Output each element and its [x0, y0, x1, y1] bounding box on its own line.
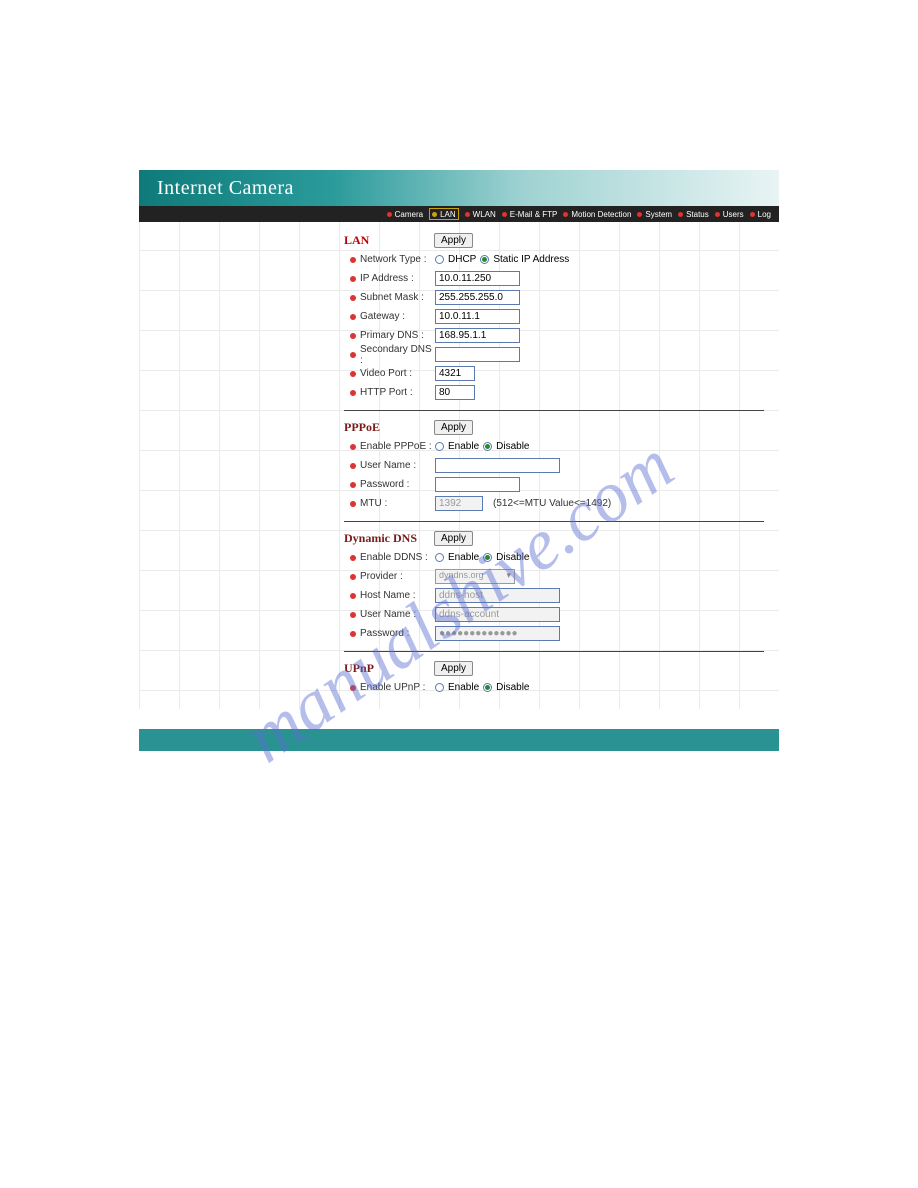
- bullet-icon: [350, 685, 356, 691]
- bullet-icon: [350, 295, 356, 301]
- bullet-icon: [387, 212, 392, 217]
- mtu-hint: (512<=MTU Value<=1492): [493, 498, 611, 509]
- gateway-label: Gateway :: [360, 311, 435, 322]
- header: Internet Camera: [139, 170, 779, 206]
- pppoe-user-label: User Name :: [360, 460, 435, 471]
- ddns-host-field: [435, 588, 560, 603]
- ddns-enable-label: Enable DDNS :: [360, 552, 435, 563]
- nav-motion-detection[interactable]: Motion Detection: [563, 210, 631, 219]
- ddns-user-field: [435, 607, 560, 622]
- subnet-mask-field[interactable]: [435, 290, 520, 305]
- upnp-enable-label: Enable UPnP :: [360, 682, 435, 693]
- bullet-icon: [350, 482, 356, 488]
- nav-email-ftp[interactable]: E-Mail & FTP: [502, 210, 558, 219]
- footer-bar: [139, 729, 779, 751]
- bullet-icon: [350, 276, 356, 282]
- primary-dns-label: Primary DNS :: [360, 330, 435, 341]
- mtu-label: MTU :: [360, 498, 435, 509]
- nav-camera[interactable]: Camera: [387, 210, 423, 219]
- bullet-icon: [563, 212, 568, 217]
- separator: [344, 410, 764, 411]
- nav-wlan[interactable]: WLAN: [465, 210, 496, 219]
- ddns-password-field: [435, 626, 560, 641]
- video-port-label: Video Port :: [360, 368, 435, 379]
- pppoe-disable-radio[interactable]: [483, 442, 492, 451]
- bullet-icon: [350, 333, 356, 339]
- left-gutter: [139, 230, 344, 697]
- ip-address-field[interactable]: [435, 271, 520, 286]
- section-ddns-title: Dynamic DNS: [344, 531, 434, 546]
- bullet-icon: [350, 257, 356, 263]
- ddns-password-label: Password :: [360, 628, 435, 639]
- bullet-icon: [502, 212, 507, 217]
- section-lan-title: LAN: [344, 233, 434, 248]
- bullet-icon: [465, 212, 470, 217]
- subnet-mask-label: Subnet Mask :: [360, 292, 435, 303]
- bullet-icon: [350, 444, 356, 450]
- pppoe-enable-radio[interactable]: [435, 442, 444, 451]
- bullet-icon: [350, 352, 356, 358]
- bullet-icon: [432, 212, 437, 217]
- nav-lan[interactable]: LAN: [429, 208, 459, 220]
- pppoe-user-field[interactable]: [435, 458, 560, 473]
- ddns-provider-select[interactable]: dyndns.org: [435, 569, 515, 584]
- mtu-field: [435, 496, 483, 511]
- bullet-icon: [715, 212, 720, 217]
- app-title: Internet Camera: [157, 177, 294, 200]
- bullet-icon: [350, 593, 356, 599]
- section-upnp-title: UPnP: [344, 661, 434, 676]
- dhcp-radio[interactable]: [435, 255, 444, 264]
- section-pppoe-title: PPPoE: [344, 420, 434, 435]
- bullet-icon: [350, 314, 356, 320]
- nav-log[interactable]: Log: [750, 210, 771, 219]
- bullet-icon: [350, 501, 356, 507]
- bullet-icon: [350, 463, 356, 469]
- bullet-icon: [350, 371, 356, 377]
- ddns-disable-radio[interactable]: [483, 553, 492, 562]
- upnp-apply-button[interactable]: Apply: [434, 661, 473, 676]
- nav-users[interactable]: Users: [715, 210, 744, 219]
- pppoe-password-field[interactable]: [435, 477, 520, 492]
- pppoe-enable-label: Enable PPPoE :: [360, 441, 435, 452]
- video-port-field[interactable]: [435, 366, 475, 381]
- ddns-user-label: User Name :: [360, 609, 435, 620]
- app-window: Internet Camera Camera LAN WLAN E-Mail &…: [139, 170, 779, 709]
- separator: [344, 651, 764, 652]
- pppoe-password-label: Password :: [360, 479, 435, 490]
- bullet-icon: [350, 574, 356, 580]
- form-area: LAN Apply Network Type : DHCP Static IP …: [344, 230, 764, 697]
- bullet-icon: [678, 212, 683, 217]
- nav-status[interactable]: Status: [678, 210, 709, 219]
- lan-apply-button[interactable]: Apply: [434, 233, 473, 248]
- secondary-dns-field[interactable]: [435, 347, 520, 362]
- ddns-host-label: Host Name :: [360, 590, 435, 601]
- bullet-icon: [637, 212, 642, 217]
- ddns-provider-label: Provider :: [360, 571, 435, 582]
- http-port-label: HTTP Port :: [360, 387, 435, 398]
- static-ip-radio[interactable]: [480, 255, 489, 264]
- ddns-enable-radio[interactable]: [435, 553, 444, 562]
- bullet-icon: [750, 212, 755, 217]
- bullet-icon: [350, 390, 356, 396]
- ip-address-label: IP Address :: [360, 273, 435, 284]
- pppoe-apply-button[interactable]: Apply: [434, 420, 473, 435]
- ddns-apply-button[interactable]: Apply: [434, 531, 473, 546]
- bullet-icon: [350, 631, 356, 637]
- nav-system[interactable]: System: [637, 210, 672, 219]
- http-port-field[interactable]: [435, 385, 475, 400]
- bullet-icon: [350, 612, 356, 618]
- primary-dns-field[interactable]: [435, 328, 520, 343]
- separator: [344, 521, 764, 522]
- gateway-field[interactable]: [435, 309, 520, 324]
- main-nav: Camera LAN WLAN E-Mail & FTP Motion Dete…: [139, 206, 779, 222]
- bullet-icon: [350, 555, 356, 561]
- upnp-disable-radio[interactable]: [483, 683, 492, 692]
- upnp-enable-radio[interactable]: [435, 683, 444, 692]
- network-type-label: Network Type :: [360, 254, 435, 265]
- secondary-dns-label: Secondary DNS :: [360, 344, 435, 366]
